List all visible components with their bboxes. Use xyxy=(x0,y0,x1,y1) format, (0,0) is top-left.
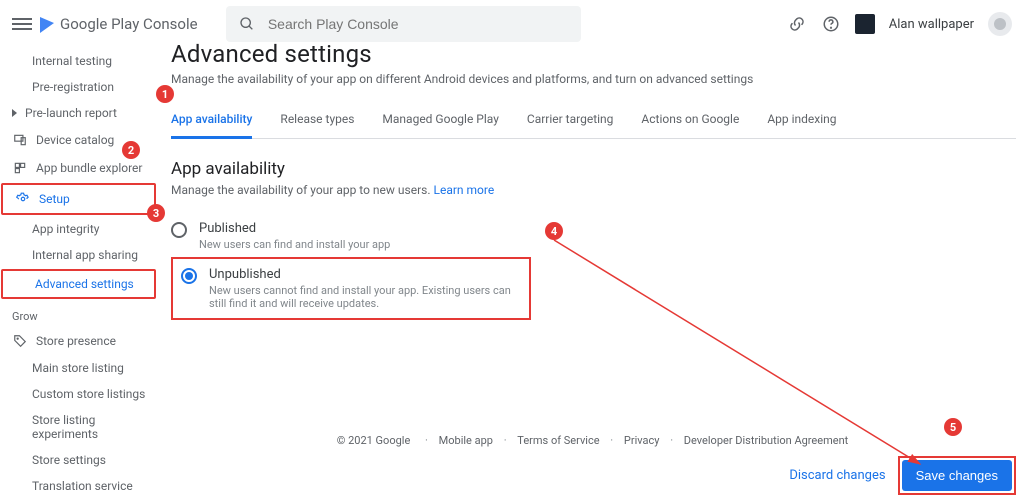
sidebar-item-pre-launch-report[interactable]: Pre-launch report xyxy=(0,100,160,126)
sidebar-item-internal-testing[interactable]: Internal testing xyxy=(0,48,160,74)
tag-icon xyxy=(12,333,28,349)
sidebar-item-translation-service[interactable]: Translation service xyxy=(0,473,160,499)
tab-release-types[interactable]: Release types xyxy=(280,102,354,138)
sidebar-item-store-presence[interactable]: Store presence xyxy=(0,327,160,355)
sidebar-item-pre-registration[interactable]: Pre-registration xyxy=(0,74,160,100)
tab-app-indexing[interactable]: App indexing xyxy=(767,102,836,138)
sidebar-item-store-listing-experiments[interactable]: Store listing experiments xyxy=(0,407,160,447)
footer: © 2021 Google Mobile app Terms of Servic… xyxy=(165,434,1024,447)
sidebar-item-main-store-listing[interactable]: Main store listing xyxy=(0,355,160,381)
option-published-desc: New users can find and install your app xyxy=(199,238,390,251)
play-logo-icon xyxy=(40,15,54,33)
page-title: Advanced settings xyxy=(171,40,1024,68)
app-thumb-icon[interactable] xyxy=(855,14,875,34)
unpublished-highlight-box: Unpublished New users cannot find and in… xyxy=(171,257,531,320)
chevron-right-icon xyxy=(12,109,17,117)
sidebar-item-app-bundle-explorer[interactable]: App bundle explorer xyxy=(0,154,160,182)
sidebar-item-internal-app-sharing[interactable]: Internal app sharing xyxy=(0,242,160,268)
option-unpublished-desc: New users cannot find and install your a… xyxy=(209,284,521,310)
bundle-icon xyxy=(12,160,28,176)
save-button[interactable]: Save changes xyxy=(902,460,1012,491)
tab-managed-google-play[interactable]: Managed Google Play xyxy=(382,102,498,138)
annotation-marker-4: 4 xyxy=(545,222,563,240)
radio-icon[interactable] xyxy=(171,222,187,238)
action-bar: Discard changes Save changes xyxy=(789,456,1016,495)
annotation-marker-1: 1 xyxy=(156,85,174,103)
footer-link-dda[interactable]: Developer Distribution Agreement xyxy=(684,434,848,447)
option-published-label: Published xyxy=(199,221,390,236)
section-subtitle: Manage the availability of your app to n… xyxy=(171,183,1024,197)
annotation-marker-5: 5 xyxy=(944,418,962,436)
sidebar-section-grow: Grow xyxy=(0,300,160,327)
radio-checked-icon[interactable] xyxy=(181,268,197,284)
save-highlight-box: Save changes xyxy=(898,456,1016,495)
footer-link-mobile-app[interactable]: Mobile app xyxy=(439,434,493,447)
link-icon[interactable] xyxy=(787,14,807,34)
discard-button[interactable]: Discard changes xyxy=(789,468,885,483)
sidebar-item-advanced-settings[interactable]: Advanced settings xyxy=(1,269,156,299)
tabs: App availability Release types Managed G… xyxy=(171,102,1016,139)
sidebar-item-app-integrity[interactable]: App integrity xyxy=(0,216,160,242)
search-icon xyxy=(238,14,256,34)
sidebar-item-custom-store-listings[interactable]: Custom store listings xyxy=(0,381,160,407)
option-published[interactable]: Published New users can find and install… xyxy=(171,215,1024,257)
annotation-marker-3: 3 xyxy=(147,204,165,222)
sidebar-item-store-settings[interactable]: Store settings xyxy=(0,447,160,473)
footer-copyright: © 2021 Google xyxy=(337,434,411,447)
app-name-label: Alan wallpaper xyxy=(889,17,974,32)
brand[interactable]: Google Play Console xyxy=(40,15,198,33)
search-input[interactable] xyxy=(266,15,569,33)
help-icon[interactable] xyxy=(821,14,841,34)
footer-link-tos[interactable]: Terms of Service xyxy=(517,434,599,447)
sidebar-item-setup[interactable]: Setup xyxy=(1,183,156,215)
footer-link-privacy[interactable]: Privacy xyxy=(624,434,660,447)
section-title: App availability xyxy=(171,159,1024,179)
learn-more-link[interactable]: Learn more xyxy=(434,183,495,197)
option-unpublished[interactable]: Unpublished New users cannot find and in… xyxy=(181,265,521,312)
gear-icon xyxy=(15,191,31,207)
devices-icon xyxy=(12,132,28,148)
option-unpublished-label: Unpublished xyxy=(209,267,521,282)
tab-app-availability[interactable]: App availability xyxy=(171,102,252,139)
brand-label: Google Play Console xyxy=(60,15,198,33)
main-content: Advanced settings Manage the availabilit… xyxy=(165,32,1024,320)
sidebar: Internal testing Pre-registration Pre-la… xyxy=(0,48,160,501)
annotation-marker-2: 2 xyxy=(122,141,140,159)
page-subtitle: Manage the availability of your app on d… xyxy=(171,72,1024,86)
tab-carrier-targeting[interactable]: Carrier targeting xyxy=(527,102,614,138)
menu-icon[interactable] xyxy=(12,14,32,34)
tab-actions-on-google[interactable]: Actions on Google xyxy=(641,102,739,138)
